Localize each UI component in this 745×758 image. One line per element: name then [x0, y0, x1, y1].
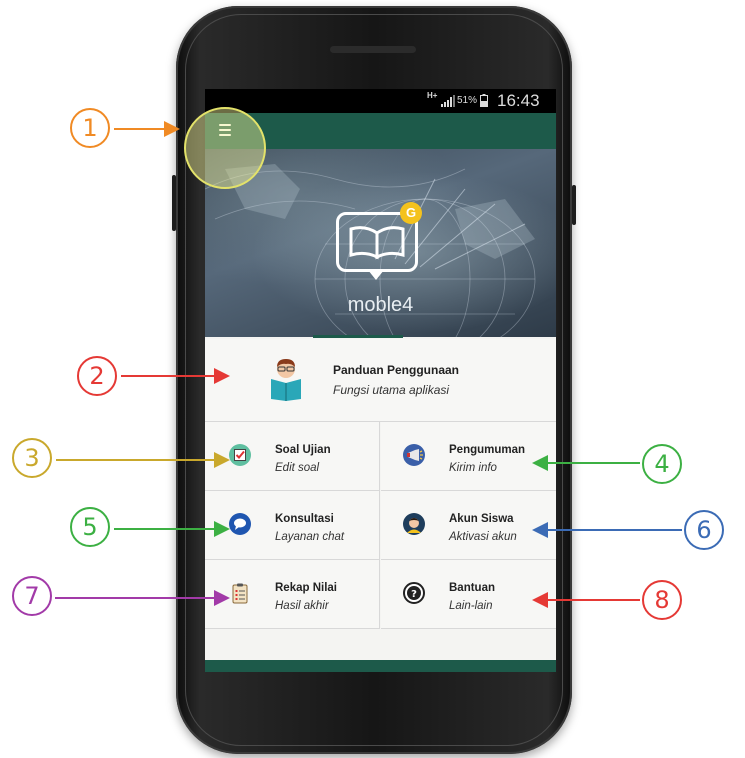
menu-item-subtitle: Layanan chat: [275, 531, 345, 543]
menu-item-pengumuman[interactable]: Pengumuman Kirim info: [381, 422, 556, 491]
chat-bubble-icon: [229, 513, 251, 535]
menu-item-subtitle: Hasil akhir: [275, 600, 329, 612]
menu-item-subtitle: Aktivasi akun: [449, 531, 517, 543]
clipboard-icon: [232, 583, 248, 604]
callout-5: 5: [70, 507, 110, 547]
menu-item-subtitle: Lain-lain: [449, 600, 493, 612]
power-button: [572, 185, 576, 225]
volume-button: [172, 175, 176, 231]
bottom-band: [205, 660, 556, 672]
callout-2: 2: [77, 356, 117, 396]
checkbox-icon: [229, 444, 251, 466]
menu-item-subtitle: Kirim info: [449, 462, 497, 474]
open-book-icon: [349, 226, 405, 260]
menu-item-title: Konsultasi: [275, 513, 334, 525]
battery-icon: [480, 94, 488, 107]
guide-subtitle: Fungsi utama aplikasi: [333, 383, 450, 397]
menu-grid: Soal Ujian Edit soal Pengumuman Kirim in…: [205, 422, 556, 630]
callout-4: 4: [642, 444, 682, 484]
callout-1: 1: [70, 108, 110, 148]
clock: 16:43: [497, 91, 540, 110]
callout-6: 6: [684, 510, 724, 550]
logo-tail: [368, 270, 384, 280]
menu-item-rekap-nilai[interactable]: Rekap Nilai Hasil akhir: [205, 560, 380, 629]
brand-name: moble4: [347, 294, 414, 316]
menu-item-soal-ujian[interactable]: Soal Ujian Edit soal: [205, 422, 380, 491]
callout-3: 3: [12, 438, 52, 478]
megaphone-icon: [403, 444, 425, 466]
notification-badge: G: [400, 202, 422, 224]
menu-item-title: Bantuan: [449, 582, 495, 594]
menu-item-konsultasi[interactable]: Konsultasi Layanan chat: [205, 491, 380, 560]
menu-item-bantuan[interactable]: ? Bantuan Lain-lain: [381, 560, 556, 629]
network-type: H+: [427, 91, 438, 100]
battery-percent: 51%: [457, 95, 478, 106]
callout-8: 8: [642, 580, 682, 620]
svg-text:?: ?: [411, 589, 417, 600]
reading-person-icon: [271, 359, 301, 401]
menu-item-title: Akun Siswa: [449, 513, 514, 525]
menu-item-title: Soal Ujian: [275, 444, 331, 456]
menu-highlight: [184, 107, 266, 189]
menu-item-title: Pengumuman: [449, 444, 526, 456]
help-icon: ?: [403, 582, 425, 604]
callout-7: 7: [12, 576, 52, 616]
menu-item-subtitle: Edit soal: [275, 462, 320, 474]
screen: H+ 51% 16:43 G moble4 Panduan Penggunaan…: [205, 89, 556, 672]
student-avatar-icon: [403, 513, 425, 535]
guide-title: Panduan Penggunaan: [333, 363, 460, 377]
menu-item-title: Rekap Nilai: [275, 582, 337, 594]
page-indicator: [313, 335, 403, 338]
guide-item[interactable]: Panduan Penggunaan Fungsi utama aplikasi: [205, 339, 556, 422]
status-bar: H+ 51% 16:43: [205, 89, 556, 113]
earpiece: [330, 46, 416, 53]
signal-icon: [441, 95, 455, 107]
menu-item-akun-siswa[interactable]: Akun Siswa Aktivasi akun: [381, 491, 556, 560]
hero-banner: G moble4: [205, 149, 556, 337]
